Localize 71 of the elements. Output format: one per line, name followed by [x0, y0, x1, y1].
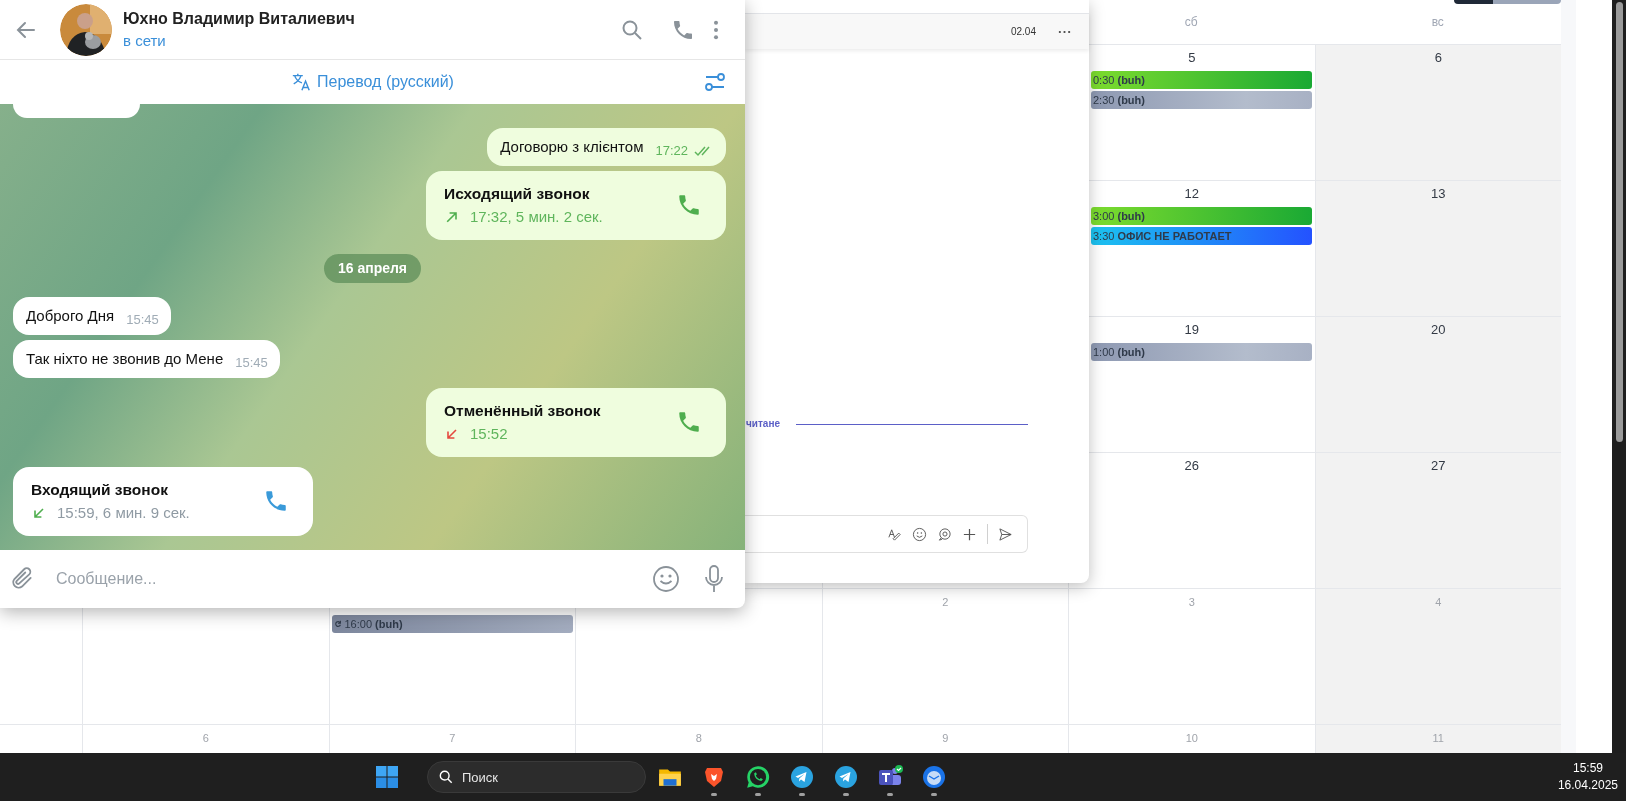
- message-text: Доброго Дня: [26, 306, 115, 326]
- message-text: Так ніхто не звонив до Мене: [26, 349, 224, 369]
- contact-name: Юхно Владимир Виталиевич: [123, 8, 355, 29]
- status-text: в сети: [123, 30, 167, 51]
- unread-label: читане: [745, 419, 780, 429]
- message-time: 15:45: [235, 354, 268, 372]
- start-icon[interactable]: [375, 765, 399, 789]
- weekday-header: вс: [1431, 14, 1444, 31]
- message-input[interactable]: Сообщение...: [56, 559, 652, 599]
- day-number: 19: [1184, 321, 1199, 340]
- call-title: Отменённый звонок: [444, 401, 602, 421]
- call-details: 17:32, 5 мин. 2 сек.: [470, 207, 603, 227]
- call-details: 15:52: [470, 424, 508, 444]
- day-number: 20: [1431, 321, 1446, 340]
- day-number: 4: [1435, 594, 1442, 610]
- day-number: 26: [1184, 457, 1199, 476]
- date-badge: 16 апреля: [323, 254, 422, 283]
- search-icon: [439, 770, 453, 784]
- day-number: 12: [1184, 185, 1199, 204]
- scrollbar[interactable]: [1612, 0, 1626, 753]
- emoji-icon[interactable]: [912, 526, 927, 542]
- calendar-event[interactable]: 2:30 (buh): [1091, 91, 1312, 109]
- calendar-event[interactable]: 3:00 (buh): [1091, 207, 1312, 225]
- day-number: 6: [1434, 49, 1442, 68]
- send-icon[interactable]: [998, 526, 1013, 542]
- paper-plane-icon[interactable]: [834, 765, 858, 789]
- message-input[interactable]: [745, 515, 1028, 553]
- more-icon[interactable]: [713, 18, 719, 41]
- plus-icon[interactable]: [962, 526, 977, 542]
- translate-button[interactable]: Перевод (русский): [291, 70, 454, 94]
- more-icon[interactable]: [1058, 29, 1071, 34]
- microphone-icon[interactable]: [704, 564, 724, 594]
- day-number: 8: [695, 730, 702, 746]
- repeat-icon: [333, 620, 342, 628]
- chat-bubble-icon[interactable]: [745, 764, 771, 790]
- clock-time: 15:59: [1572, 760, 1603, 777]
- day-number: 6: [202, 730, 209, 746]
- calendar-event[interactable]: 3:30 ОФИС НЕ РАБОТАЕТ: [1091, 227, 1312, 245]
- date-label: 02.04: [1010, 25, 1036, 39]
- calendar-event[interactable]: 16:00 (buh): [331, 615, 573, 633]
- call-title: Входящий звонок: [31, 480, 169, 500]
- phone-icon[interactable]: [263, 488, 289, 514]
- day-number: 3: [1188, 594, 1195, 610]
- weekday-header: сб: [1184, 14, 1198, 31]
- clock-date: 16.04.2025: [1557, 777, 1618, 794]
- format-icon[interactable]: [887, 526, 902, 542]
- filter-icon[interactable]: [703, 70, 727, 94]
- phone-icon[interactable]: [676, 409, 702, 435]
- emoji-icon[interactable]: [652, 565, 680, 593]
- search-field[interactable]: Поиск: [427, 761, 646, 793]
- calendar-event[interactable]: 1:00 (buh): [1091, 343, 1312, 361]
- day-number: 10: [1185, 730, 1198, 746]
- message-time: 15:45: [126, 311, 159, 329]
- sticker-icon[interactable]: [937, 526, 952, 542]
- day-number: 27: [1431, 457, 1446, 476]
- day-number: 9: [942, 730, 949, 746]
- segmented-control[interactable]: [1454, 0, 1561, 4]
- day-number: 13: [1431, 185, 1446, 204]
- message-text: Договорю з клієнтом: [500, 137, 644, 157]
- phone-icon[interactable]: [676, 192, 702, 218]
- call-title: Исходящий звонок: [444, 184, 591, 204]
- scrollbar-thumb[interactable]: [1615, 2, 1623, 442]
- day-number: 11: [1432, 730, 1444, 746]
- paper-plane-icon[interactable]: [790, 765, 814, 789]
- message-time: 17:22: [655, 142, 688, 160]
- calendar-event[interactable]: 0:30 (buh): [1091, 71, 1312, 89]
- day-number: 2: [942, 594, 949, 610]
- translate-icon: [291, 72, 312, 92]
- day-number: 7: [449, 730, 456, 746]
- day-number: 5: [1188, 49, 1196, 68]
- call-details: 15:59, 6 мин. 9 сек.: [57, 503, 190, 523]
